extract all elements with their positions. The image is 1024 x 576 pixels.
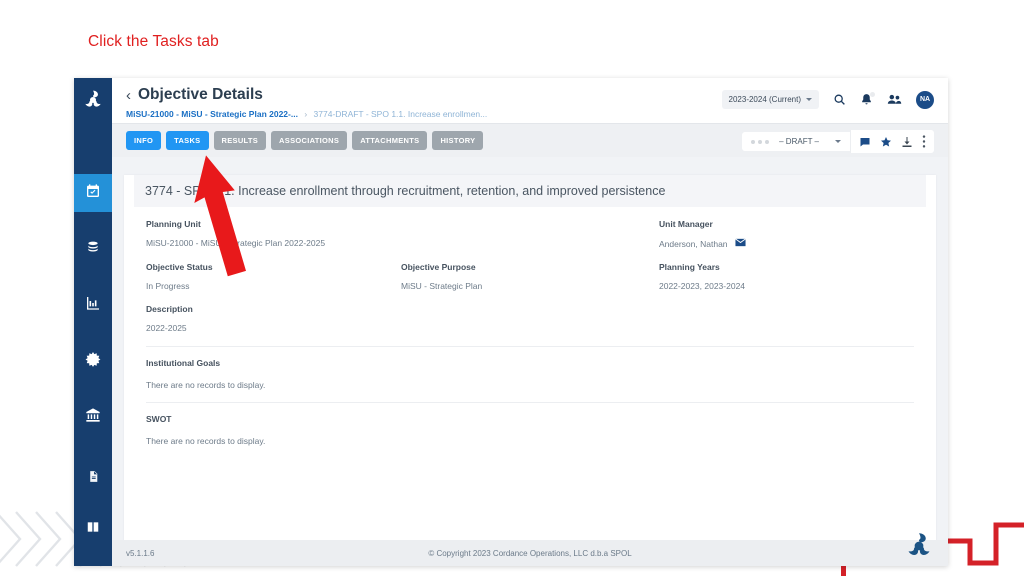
document-icon [87, 470, 100, 488]
field-label: Unit Manager [659, 219, 713, 229]
field-value: Anderson, Nathan [659, 238, 728, 249]
star-icon[interactable] [880, 136, 892, 148]
field-grid: Planning Unit MiSU-21000 - MiSU - Strate… [124, 207, 936, 333]
tab-associations[interactable]: ASSOCIATIONS [271, 131, 348, 150]
field-row-3: Description 2022-2025 [146, 304, 914, 333]
progress-dots [751, 139, 770, 144]
breadcrumb: MiSU-21000 - MiSU - Strategic Plan 2022-… [126, 109, 934, 119]
bell-icon[interactable] [860, 92, 875, 106]
spol-pinwheel-logo-icon[interactable] [74, 78, 112, 122]
application-window: ‹ Objective Details 2023-2024 (Current) [74, 78, 948, 566]
coins-stack-icon [85, 239, 101, 260]
left-sidebar [74, 78, 112, 566]
spol-footer-logo-icon [904, 531, 934, 566]
header-actions: 2023-2024 (Current) NA [721, 90, 934, 109]
page-title: Objective Details [138, 86, 263, 103]
main-column: ‹ Objective Details 2023-2024 (Current) [112, 78, 948, 566]
field-value: 2022-2025 [146, 323, 187, 333]
field-spacer [401, 219, 659, 249]
status-badge: – DRAFT – [779, 137, 819, 146]
content-area: 3774 - SPO 1.1. Increase enrollment thro… [112, 157, 948, 540]
field-objective-status: Objective Status In Progress [146, 262, 401, 291]
calendar-check-icon [85, 183, 101, 204]
field-value: 2022-2023, 2023-2024 [659, 281, 746, 291]
bar-chart-icon [85, 295, 101, 316]
field-label: Planning Years [659, 262, 720, 272]
section-empty-text: There are no records to display. [146, 436, 266, 446]
field-planning-years: Planning Years 2022-2023, 2023-2024 [659, 262, 914, 291]
sidebar-item-documents[interactable] [74, 460, 112, 498]
download-icon[interactable] [901, 136, 913, 148]
field-value: MiSU - Strategic Plan [401, 281, 483, 291]
sidebar-item-reports[interactable] [74, 286, 112, 324]
sidebar-nav [74, 174, 112, 454]
field-value: MiSU-21000 - MiSU - Strategic Plan 2022-… [146, 238, 326, 248]
tab-bar: INFO TASKS RESULTS ASSOCIATIONS ATTACHME… [112, 123, 948, 157]
record-title: 3774 - SPO 1.1. Increase enrollment thro… [134, 175, 926, 207]
objective-detail-card: 3774 - SPO 1.1. Increase enrollment thro… [124, 175, 936, 540]
sidebar-item-planning[interactable] [74, 174, 112, 212]
breadcrumb-separator: › [304, 109, 308, 119]
chevron-down-icon [806, 98, 812, 101]
comment-icon[interactable] [859, 136, 871, 148]
field-label: Objective Purpose [401, 262, 476, 272]
chevron-down-icon [835, 140, 841, 143]
back-chevron-icon[interactable]: ‹ [126, 88, 131, 103]
sidebar-item-institution[interactable] [74, 398, 112, 436]
field-value-row: Anderson, Nathan [659, 238, 914, 249]
section-swot: SWOT There are no records to display. [124, 403, 936, 446]
sidebar-bottom-nav [74, 460, 112, 560]
breadcrumb-current: 3774-DRAFT - SPO 1.1. Increase enrollmen… [313, 109, 488, 119]
app-footer: v5.1.1.6 © Copyright 2023 Cordance Opera… [112, 533, 948, 566]
field-row-2: Objective Status In Progress Objective P… [146, 262, 914, 291]
envelope-icon[interactable] [734, 238, 746, 249]
starburst-icon [85, 351, 101, 372]
field-label: Description [146, 304, 193, 314]
year-selector[interactable]: 2023-2024 (Current) [721, 90, 819, 109]
sidebar-item-assessment[interactable] [74, 342, 112, 380]
tab-attachments[interactable]: ATTACHMENTS [352, 131, 428, 150]
notification-badge [870, 92, 875, 97]
book-icon [86, 520, 100, 539]
avatar[interactable]: NA [916, 90, 934, 109]
tab-history[interactable]: HISTORY [432, 131, 484, 150]
tab-tasks[interactable]: TASKS [166, 131, 209, 150]
section-institutional-goals: Institutional Goals There are no records… [124, 347, 936, 390]
people-icon[interactable] [887, 93, 902, 106]
field-objective-purpose: Objective Purpose MiSU - Strategic Plan [401, 262, 659, 291]
breadcrumb-parent[interactable]: MiSU-21000 - MiSU - Strategic Plan 2022-… [126, 109, 298, 119]
bank-building-icon [85, 407, 101, 428]
status-selector[interactable]: – DRAFT – [779, 137, 841, 146]
instruction-caption: Click the Tasks tab [88, 33, 219, 50]
field-unit-manager: Unit Manager Anderson, Nathan [659, 219, 914, 249]
copyright-label: © Copyright 2023 Cordance Operations, LL… [428, 548, 632, 558]
search-icon[interactable] [833, 93, 846, 106]
kebab-menu-icon[interactable] [922, 135, 926, 148]
field-value: In Progress [146, 281, 190, 291]
slide-canvas: Click the Tasks tab ‹ Objective Details … [0, 0, 1024, 576]
app-header: ‹ Objective Details 2023-2024 (Current) [112, 78, 948, 123]
field-row-1: Planning Unit MiSU-21000 - MiSU - Strate… [146, 219, 914, 249]
field-label: Planning Unit [146, 219, 201, 229]
field-planning-unit: Planning Unit MiSU-21000 - MiSU - Strate… [146, 219, 401, 249]
year-selector-label: 2023-2024 (Current) [728, 95, 801, 104]
sidebar-item-budget[interactable] [74, 230, 112, 268]
field-description: Description 2022-2025 [146, 304, 401, 333]
section-label: Institutional Goals [146, 358, 221, 368]
tab-info[interactable]: INFO [126, 131, 162, 150]
sidebar-item-help[interactable] [74, 510, 112, 548]
section-empty-text: There are no records to display. [146, 380, 266, 390]
tab-results[interactable]: RESULTS [213, 131, 267, 150]
field-label: Objective Status [146, 262, 213, 272]
record-toolbar: – DRAFT – [742, 130, 934, 153]
section-label: SWOT [146, 414, 172, 424]
